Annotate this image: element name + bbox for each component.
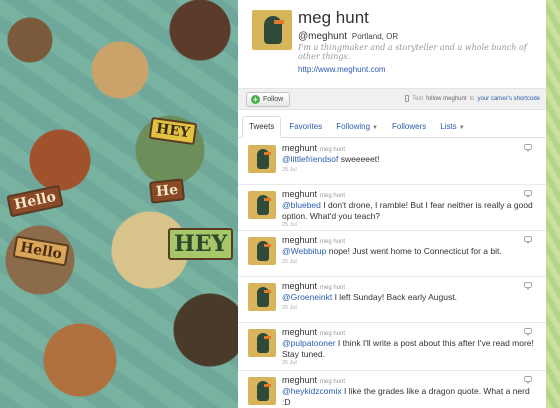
avatar[interactable]: [248, 191, 276, 219]
tweet-item: meghunt meg hunt @heykidzcomix I like the…: [238, 371, 546, 408]
reply-icon[interactable]: [524, 236, 532, 244]
art-sign: HEY: [148, 116, 198, 146]
profile-header: meg hunt @meghunt Portland, OR I'm a thi…: [238, 0, 546, 82]
sms-shortcode-link[interactable]: your carrier's shortcode: [477, 96, 540, 102]
tweet-timestamp[interactable]: 25 Jul: [282, 167, 297, 173]
tweet-username[interactable]: meghunt: [282, 375, 317, 385]
reply-icon[interactable]: [524, 328, 532, 336]
mention-link[interactable]: @heykidzcomix: [282, 386, 342, 396]
tab-following[interactable]: Following ▼: [330, 122, 384, 137]
tweet-item: meghunt meg hunt @Webbitup nope! Just wen…: [238, 231, 546, 277]
mention-link[interactable]: @littlefriendsof: [282, 154, 338, 164]
tweet-username[interactable]: meghunt: [282, 143, 317, 153]
art-sign: Hello: [6, 184, 64, 218]
chevron-down-icon: ▼: [372, 125, 378, 131]
reply-icon[interactable]: [524, 282, 532, 290]
tweet-text: @Groeneinkt I left Sunday! Back early Au…: [282, 292, 457, 302]
reply-icon[interactable]: [524, 190, 532, 198]
profile-bio: I'm a thingmaker and a storyteller and a…: [298, 43, 527, 61]
chevron-down-icon: ▼: [458, 125, 465, 131]
tweet-username[interactable]: meghunt: [282, 281, 317, 291]
tweet-timestamp[interactable]: 25 Jul: [282, 305, 297, 311]
profile-tabs: Tweets Favorites Following ▼ Followers Li…: [238, 116, 546, 138]
avatar[interactable]: [252, 10, 292, 50]
reply-icon[interactable]: [524, 376, 532, 384]
avatar[interactable]: [248, 329, 276, 357]
tweet-list: meghunt meg hunt @littlefriendsof sweeeee…: [238, 139, 546, 408]
phone-icon: [405, 95, 410, 102]
tweet-item: meghunt meg hunt @bluebed I don't drone, …: [238, 185, 546, 231]
tweet-timestamp[interactable]: 25 Jul: [282, 222, 297, 228]
art-sign: Hello: [12, 235, 70, 267]
background-strip: [546, 0, 560, 408]
avatar[interactable]: [248, 377, 276, 405]
tab-favorites[interactable]: Favorites: [283, 122, 328, 137]
tweet-text: @littlefriendsof sweeeeet!: [282, 154, 380, 164]
plus-icon: +: [251, 95, 260, 104]
mention-link[interactable]: @pulpatooner: [282, 338, 336, 348]
profile-location: Portland, OR: [351, 32, 399, 41]
avatar[interactable]: [248, 283, 276, 311]
tweet-item: meghunt meg hunt @littlefriendsof sweeeee…: [238, 139, 546, 185]
background-illustration: Hello HEY HEY He Hello: [0, 0, 238, 408]
sms-hint: Text follow meghunt to your carrier's sh…: [405, 95, 540, 102]
avatar[interactable]: [248, 145, 276, 173]
tweet-username[interactable]: meghunt: [282, 189, 317, 199]
profile-panel: meg hunt @meghunt Portland, OR I'm a thi…: [238, 0, 546, 408]
art-sign: He: [148, 178, 186, 204]
tweet-text: @heykidzcomix I like the grades like a d…: [282, 386, 530, 407]
profile-name: meg hunt: [298, 8, 369, 27]
tweet-username[interactable]: meghunt: [282, 327, 317, 337]
tab-tweets[interactable]: Tweets: [242, 116, 282, 138]
mention-link[interactable]: @Webbitup: [282, 246, 326, 256]
profile-handle-line: @meghunt Portland, OR: [298, 31, 398, 42]
mention-link[interactable]: @Groeneinkt: [282, 292, 332, 302]
follow-label: Follow: [263, 96, 284, 103]
tweet-text: @pulpatooner I think I'll write a post a…: [282, 338, 534, 359]
tweet-item: meghunt meg hunt @pulpatooner I think I'l…: [238, 323, 546, 371]
follow-bar: + Follow Text follow meghunt to your car…: [238, 88, 546, 110]
tab-followers[interactable]: Followers: [386, 122, 432, 137]
profile-url-link[interactable]: http://www.meghunt.com: [298, 65, 386, 74]
art-sign: HEY: [168, 228, 234, 260]
follow-button[interactable]: + Follow: [246, 92, 291, 107]
tweet-timestamp[interactable]: 25 Jul: [282, 259, 297, 265]
tweet-text: @Webbitup nope! Just went home to Connec…: [282, 246, 502, 256]
tweet-item: meghunt meg hunt @Groeneinkt I left Sunda…: [238, 277, 546, 323]
avatar[interactable]: [248, 237, 276, 265]
tweet-username[interactable]: meghunt: [282, 235, 317, 245]
tab-lists[interactable]: Lists ▼: [434, 122, 470, 137]
tweet-text: @bluebed I don't drone, I ramble! But I …: [282, 200, 533, 221]
tweet-timestamp[interactable]: 25 Jul: [282, 360, 297, 366]
profile-handle: @meghunt: [298, 31, 348, 42]
reply-icon[interactable]: [524, 144, 532, 152]
mention-link[interactable]: @bluebed: [282, 200, 321, 210]
